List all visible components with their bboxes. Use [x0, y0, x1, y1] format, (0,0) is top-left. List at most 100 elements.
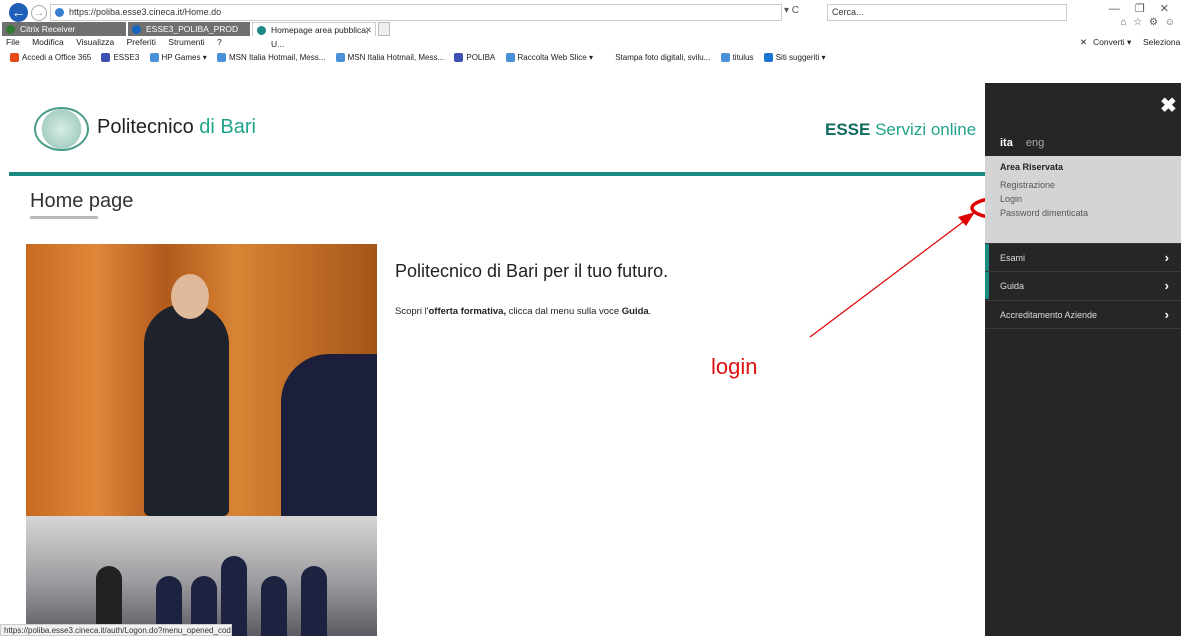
grid-icon	[101, 53, 111, 62]
favorite-web-slice[interactable]: Raccolta Web Slice ▾	[505, 50, 593, 65]
login-link[interactable]: Login	[1000, 194, 1181, 204]
brand-city: di Bari	[199, 116, 256, 138]
favorite-msn-1[interactable]: MSN Italia Hotmail, Mess...	[216, 50, 326, 65]
citrix-icon	[6, 25, 15, 34]
side-menu-panel: ✖ ita eng Area Riservata Registrazione L…	[985, 83, 1181, 636]
bing-icon	[763, 53, 773, 62]
site-icon	[55, 8, 64, 17]
fav-label: ESSE3	[113, 53, 140, 62]
favorite-hp-games[interactable]: HP Games ▾	[149, 50, 207, 65]
esse-servizi-online: ESSE Servizi online	[825, 120, 976, 140]
office-icon	[10, 53, 19, 62]
annotation-label: login	[711, 354, 758, 379]
ie-icon	[720, 53, 730, 62]
photo-person	[301, 566, 327, 636]
photo-head	[171, 274, 209, 319]
fav-label: MSN Italia Hotmail, Mess...	[228, 53, 326, 62]
password-dimenticata-link[interactable]: Password dimenticata	[1000, 208, 1181, 218]
fav-label: Siti suggeriti ▾	[775, 53, 826, 62]
ie-icon	[216, 53, 226, 62]
tab-strip: Citrix Receiver ESSE3_POLIBA_PROD Homepa…	[0, 22, 1181, 49]
tagline: Politecnico di Bari per il tuo futuro.	[395, 261, 669, 281]
rector-photo	[26, 244, 377, 516]
nav-label: Esami	[1000, 253, 1026, 263]
menu-bar: File Modifica Visualizza Preferiti Strum…	[0, 36, 1181, 49]
nav-item-accreditamento-aziende[interactable]: Accreditamento Aziende ›	[985, 300, 1181, 329]
back-button[interactable]: ←	[9, 3, 28, 22]
new-tab-button[interactable]	[378, 22, 390, 36]
favorite-poliba[interactable]: POLIBA	[454, 50, 495, 65]
menu-modifica[interactable]: Modifica	[32, 37, 64, 47]
annotation-arrowhead	[958, 212, 975, 226]
area-riservata-section: Area Riservata Registrazione Login Passw…	[985, 156, 1181, 244]
favorites-bar: Accedi a Office 365 ESSE3 HP Games ▾ MSN…	[0, 50, 1181, 65]
tab-citrix[interactable]: Citrix Receiver	[2, 22, 126, 36]
fav-label: Stampa foto digitali, svilu...	[615, 53, 711, 62]
favorite-titulus[interactable]: titulus	[720, 50, 753, 65]
poliba-logo[interactable]	[34, 107, 89, 151]
fav-label: Accedi a Office 365	[22, 53, 92, 62]
nav-label: Guida	[1000, 281, 1025, 291]
fav-label: POLIBA	[466, 53, 496, 62]
intro-pre: Scopri l'	[395, 306, 429, 317]
brand-name: Politecnico	[97, 116, 194, 138]
intro-guida: Guida	[621, 306, 649, 317]
tab-close-icon[interactable]: ✕	[365, 23, 372, 37]
ie-icon	[335, 53, 345, 62]
menu-file[interactable]: File	[6, 37, 20, 47]
favorite-office365[interactable]: Accedi a Office 365	[10, 50, 91, 65]
ie-icon	[132, 25, 141, 34]
menu-visualizza[interactable]: Visualizza	[76, 37, 114, 47]
converti-button[interactable]: Converti ▾	[1093, 36, 1131, 49]
fav-label: MSN Italia Hotmail, Mess...	[347, 53, 445, 62]
tab-esse3-prod[interactable]: ESSE3_POLIBA_PROD	[128, 22, 250, 36]
photo-figure	[144, 304, 229, 516]
annotation-arrow-line	[809, 218, 968, 338]
menu-strumenti[interactable]: Strumenti	[168, 37, 204, 47]
intro-end: .	[648, 306, 652, 317]
servizi-online-label: Servizi online	[875, 120, 977, 139]
lang-ita[interactable]: ita	[1000, 137, 1013, 149]
photo-person	[261, 576, 287, 636]
registrazione-link[interactable]: Registrazione	[1000, 180, 1181, 190]
nav-item-guida[interactable]: Guida ›	[985, 271, 1181, 300]
area-riservata-title: Area Riservata	[1000, 162, 1064, 172]
tab-label: ESSE3_POLIBA_PROD	[146, 24, 239, 34]
address-bar[interactable]: https://poliba.esse3.cineca.it/Home.do	[50, 4, 782, 21]
menu-preferiti[interactable]: Preferiti	[127, 37, 156, 47]
search-input[interactable]: Cerca...	[827, 4, 1067, 21]
seleziona-button[interactable]: Seleziona	[1143, 36, 1180, 49]
ie-icon	[505, 53, 515, 62]
language-switcher: ita eng	[1000, 137, 1044, 149]
intro-offerta: offerta formativa,	[428, 306, 507, 317]
status-bar: https://poliba.esse3.cineca.it/auth/Logo…	[0, 624, 232, 636]
poliba-favicon-icon	[257, 26, 266, 35]
address-text: https://poliba.esse3.cineca.it/Home.do	[69, 7, 222, 17]
favorite-esse3[interactable]: ESSE3	[101, 50, 139, 65]
grid-icon	[454, 53, 464, 62]
tab-label: Citrix Receiver	[20, 24, 76, 34]
converti-close-icon[interactable]: ✕	[1080, 36, 1087, 49]
brand-title[interactable]: Politecnico di Bari	[97, 116, 256, 139]
fav-label: HP Games ▾	[161, 53, 207, 62]
photo-graduate	[281, 354, 377, 516]
forward-button[interactable]: →	[31, 5, 47, 21]
refresh-button[interactable]: ▾ C	[784, 5, 824, 20]
intro-mid: clicca dal menu sulla voce	[506, 306, 622, 317]
window-buttons[interactable]: — ❐ ✕	[1109, 2, 1175, 15]
lang-eng[interactable]: eng	[1026, 137, 1044, 149]
close-icon[interactable]: ✖	[1160, 93, 1177, 118]
favorite-msn-2[interactable]: MSN Italia Hotmail, Mess...	[335, 50, 445, 65]
chevron-right-icon: ›	[1164, 278, 1169, 293]
favorite-siti-suggeriti[interactable]: Siti suggeriti ▾	[763, 50, 826, 65]
esse-label: ESSE	[825, 120, 871, 139]
tab-homepage[interactable]: Homepage area pubblica, U... ✕	[252, 22, 376, 49]
menu-help[interactable]: ?	[217, 37, 222, 47]
graduates-photo	[26, 516, 377, 636]
favorite-stampa-foto[interactable]: Stampa foto digitali, svilu...	[603, 50, 710, 65]
nav-label: Accreditamento Aziende	[1000, 310, 1098, 320]
fav-label: Raccolta Web Slice ▾	[517, 53, 593, 62]
nav-item-esami[interactable]: Esami ›	[985, 243, 1181, 272]
chevron-right-icon: ›	[1164, 250, 1169, 265]
page-title: Home page	[30, 190, 134, 212]
